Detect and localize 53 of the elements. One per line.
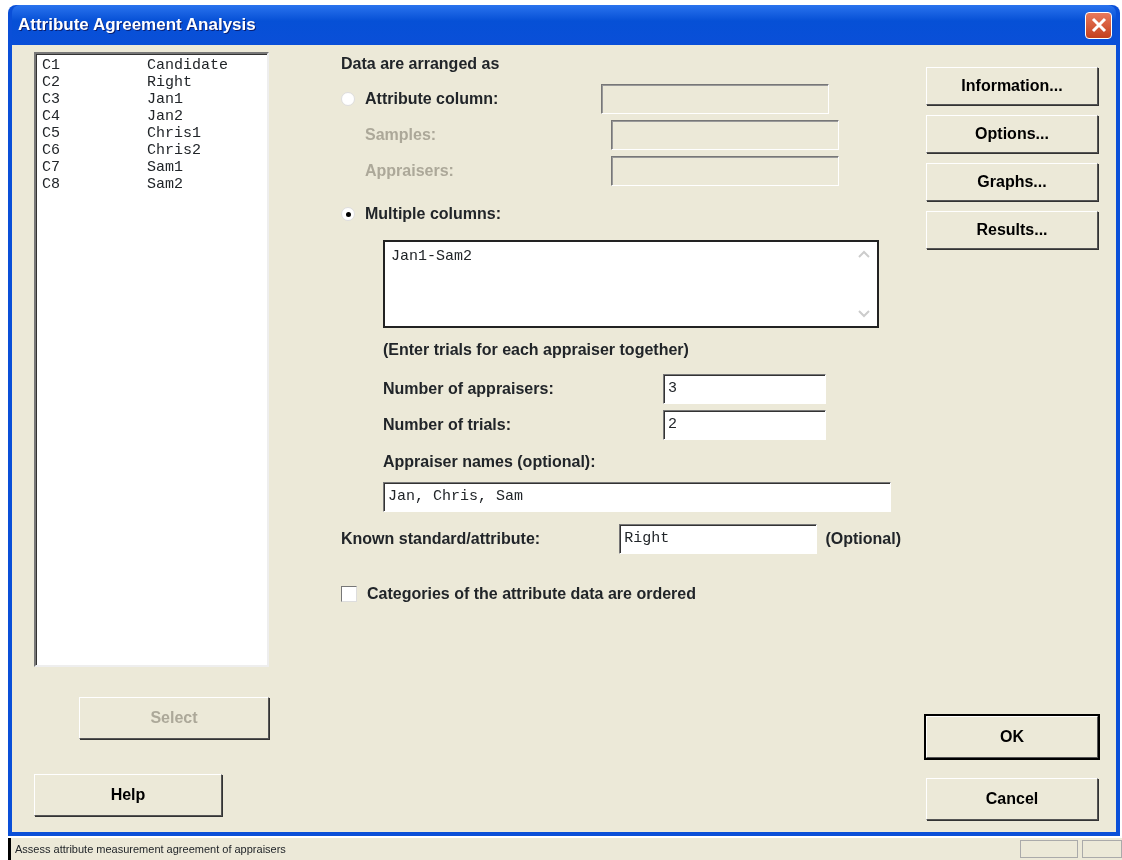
column-name: Chris1 xyxy=(147,125,201,142)
column-name: Sam2 xyxy=(147,176,183,193)
radio-button[interactable] xyxy=(341,92,355,106)
side-button[interactable]: Options... xyxy=(926,115,1098,153)
text-value: Jan1-Sam2 xyxy=(390,247,473,267)
checkbox-label: Categories of the attribute data are ordered xyxy=(367,584,696,604)
side-button[interactable]: Information... xyxy=(926,67,1098,105)
input-field[interactable] xyxy=(611,120,839,150)
column-number: C3 xyxy=(42,91,61,108)
column-name: Right xyxy=(147,74,192,91)
column-name: Jan1 xyxy=(147,91,183,108)
field-label: Known standard/attribute: xyxy=(341,529,542,549)
status-panel xyxy=(1082,840,1122,858)
column-name: Candidate xyxy=(147,57,228,74)
hint-text: (Optional) xyxy=(825,529,901,549)
side-button[interactable]: Graphs... xyxy=(926,163,1098,201)
input-field[interactable]: Jan, Chris, Sam xyxy=(383,482,891,512)
option-label: Multiple columns: xyxy=(365,204,501,224)
input-field[interactable] xyxy=(611,156,839,186)
status-text: Assess attribute measurement agreement of appraisers xyxy=(15,841,287,857)
help-button[interactable]: Help xyxy=(34,774,222,816)
field-label: Appraiser names (optional): xyxy=(383,452,597,472)
close-icon xyxy=(1090,17,1107,33)
column-number: C5 xyxy=(42,125,61,142)
status-panel xyxy=(1020,840,1078,858)
option-label: Attribute column: xyxy=(365,89,500,109)
input-field[interactable]: Right xyxy=(619,524,818,554)
ok-button[interactable]: OK xyxy=(926,716,1098,758)
section-heading: Data are arranged as xyxy=(341,54,501,74)
field-label: Appraisers: xyxy=(365,161,455,181)
field-label: Number of trials: xyxy=(383,415,512,435)
column-name: Chris2 xyxy=(147,142,201,159)
column-number: C8 xyxy=(42,176,61,193)
cancel-button[interactable]: Cancel xyxy=(926,778,1098,820)
column-number: C2 xyxy=(42,74,61,91)
window-title: Attribute Agreement Analysis xyxy=(18,14,256,37)
column-list[interactable]: C1 Candidate C2 Right C3 Jan1 C4 Jan2 C5 Chris1 C6 Chris2 C7 Sam1 C8 Sam2 xyxy=(34,52,269,667)
close-button[interactable] xyxy=(1085,11,1112,39)
column-number: C6 xyxy=(42,142,61,159)
side-button[interactable]: Results... xyxy=(926,211,1098,249)
column-name: Sam1 xyxy=(147,159,183,176)
input-field[interactable]: 3 xyxy=(663,374,826,404)
radio-button[interactable] xyxy=(341,207,355,221)
column-name: Jan2 xyxy=(147,108,183,125)
checkbox[interactable] xyxy=(341,586,357,602)
hint-text: (Enter trials for each appraiser together) xyxy=(383,340,690,360)
field-label: Samples: xyxy=(365,125,438,145)
column-number: C4 xyxy=(42,108,61,125)
input-field[interactable]: 2 xyxy=(663,410,826,440)
column-number: C1 xyxy=(42,57,61,74)
field-label: Number of appraisers: xyxy=(383,379,555,399)
input-field[interactable] xyxy=(601,84,829,114)
column-number: C7 xyxy=(42,159,61,176)
